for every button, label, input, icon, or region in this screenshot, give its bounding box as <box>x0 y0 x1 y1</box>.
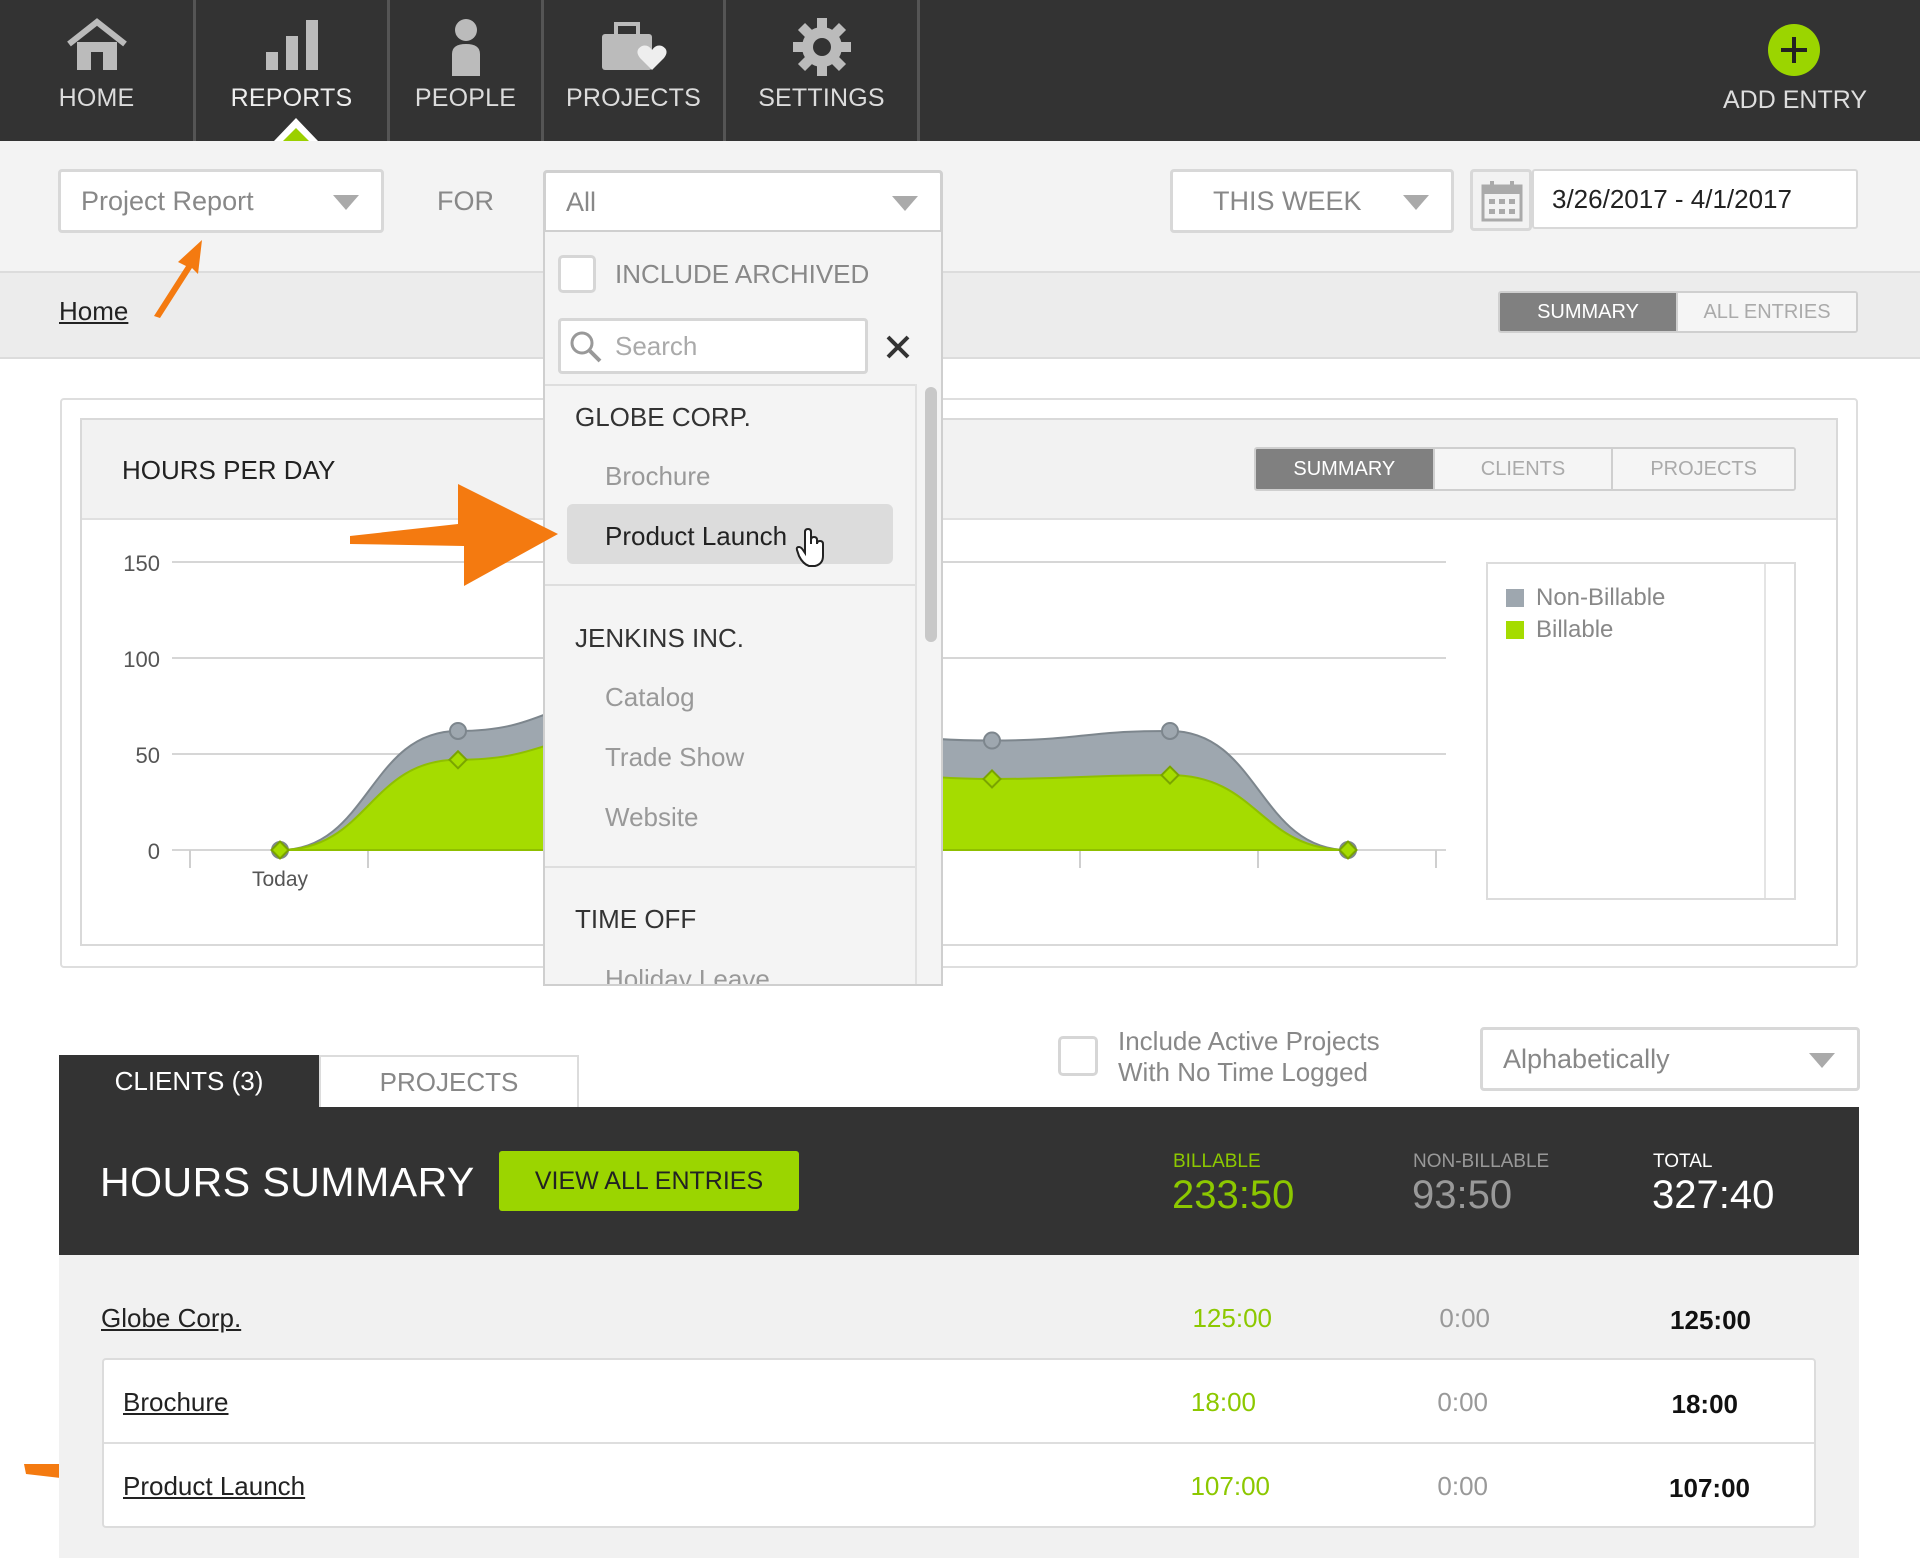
include-active-checkbox[interactable] <box>1058 1036 1098 1076</box>
divider <box>545 384 915 386</box>
non-billable-label: NON-BILLABLE <box>1413 1151 1550 1172</box>
include-archived-checkbox[interactable] <box>558 255 596 293</box>
dropdown-search-input[interactable]: Search <box>558 318 868 374</box>
project-row-product-launch-link[interactable]: Product Launch <box>123 1471 305 1502</box>
project-row-total: 107:00 <box>1669 1473 1750 1503</box>
scrollbar-thumb[interactable] <box>925 387 937 642</box>
client-row-total: 125:00 <box>1670 1305 1751 1335</box>
y-tick-label: 150 <box>123 551 160 576</box>
include-active-label-line-1: Include Active Projects <box>1118 1026 1380 1056</box>
divider <box>545 866 915 868</box>
project-row-total: 18:00 <box>1671 1389 1739 1419</box>
sort-value: Alphabetically <box>1503 1043 1670 1074</box>
project-row-non-billable: 0:00 <box>1437 1387 1488 1417</box>
y-tick-label: 0 <box>148 839 160 864</box>
legend-label-non-billable: Non-Billable <box>1536 584 1666 611</box>
project-row-billable: 107:00 <box>1190 1471 1270 1501</box>
dropdown-item-catalog[interactable]: Catalog <box>605 682 695 713</box>
search-placeholder: Search <box>615 331 698 361</box>
include-archived-label: INCLUDE ARCHIVED <box>615 259 870 289</box>
dropdown-scroll-track <box>915 384 917 984</box>
dropdown-item-product-launch[interactable]: Product Launch <box>605 521 787 552</box>
data-point-non-billable <box>449 721 467 740</box>
dropdown-group-time-off: TIME OFF <box>575 904 697 934</box>
chart-legend <box>1486 562 1796 900</box>
project-dropdown: INCLUDE ARCHIVED Search GLOBE CORP. Broc… <box>543 230 943 986</box>
hours-summary-title: HOURS SUMMARY <box>100 1159 475 1205</box>
legend-swatch-billable <box>1506 621 1524 639</box>
y-tick-label: 100 <box>123 647 160 672</box>
client-row-non-billable: 0:00 <box>1439 1303 1490 1333</box>
view-all-entries-button[interactable]: VIEW ALL ENTRIES <box>499 1151 799 1211</box>
legend-label-billable: Billable <box>1536 616 1614 643</box>
data-point-non-billable <box>1161 721 1179 740</box>
legend-swatch-non-billable <box>1506 589 1524 607</box>
dropdown-item-holiday-leave[interactable]: Holiday Leave <box>605 964 770 984</box>
dropdown-item-trade-show[interactable]: Trade Show <box>605 742 744 773</box>
tab-clients[interactable]: CLIENTS (3) <box>59 1055 319 1107</box>
search-icon <box>569 330 603 369</box>
chevron-down-icon <box>1809 1053 1835 1068</box>
dropdown-scrollbar[interactable] <box>921 387 939 642</box>
tab-projects[interactable]: PROJECTS <box>319 1055 579 1107</box>
view-all-entries-label: VIEW ALL ENTRIES <box>534 1166 764 1195</box>
hours-summary-bar: HOURS SUMMARY VIEW ALL ENTRIES BILLABLE … <box>59 1107 1859 1255</box>
include-active-label: Include Active Projects With No Time Log… <box>1118 1026 1380 1088</box>
tab-projects-label: PROJECTS <box>379 1066 519 1097</box>
divider <box>104 1442 1814 1444</box>
non-billable-total: 93:50 <box>1412 1173 1513 1217</box>
dropdown-group-globe-corp: GLOBE CORP. <box>575 402 751 432</box>
x-tick-label: Today <box>252 868 309 891</box>
client-row-globe-corp-link[interactable]: Globe Corp. <box>101 1303 241 1334</box>
annotation-arrow-report-type <box>154 240 202 318</box>
tab-clients-label: CLIENTS (3) <box>114 1065 264 1096</box>
y-tick-label: 50 <box>136 743 160 768</box>
include-active-label-line-2: With No Time Logged <box>1118 1057 1369 1087</box>
legend-scrollbar[interactable] <box>1764 564 1766 898</box>
billable-label: BILLABLE <box>1173 1151 1261 1172</box>
client-row-billable: 125:00 <box>1192 1303 1272 1333</box>
dropdown-item-website[interactable]: Website <box>605 802 698 833</box>
billable-total: 233:50 <box>1172 1173 1295 1217</box>
total-label: TOTAL <box>1653 1151 1713 1172</box>
legend-item-non-billable: Non-Billable <box>1506 584 1665 612</box>
project-row-non-billable: 0:00 <box>1437 1471 1488 1501</box>
divider <box>545 584 915 586</box>
project-row-brochure-link[interactable]: Brochure <box>123 1387 229 1418</box>
pointer-hand-icon <box>795 527 827 573</box>
annotation-arrow-product-launch <box>350 484 558 586</box>
legend-item-billable: Billable <box>1506 616 1613 644</box>
sort-select[interactable]: Alphabetically <box>1480 1027 1860 1091</box>
data-point-non-billable <box>983 731 1001 750</box>
dropdown-item-brochure[interactable]: Brochure <box>605 461 711 492</box>
dropdown-group-jenkins-inc: JENKINS INC. <box>575 623 745 653</box>
close-icon[interactable] <box>885 334 911 365</box>
project-row-billable: 18:00 <box>1190 1387 1256 1417</box>
grand-total: 327:40 <box>1652 1173 1775 1217</box>
